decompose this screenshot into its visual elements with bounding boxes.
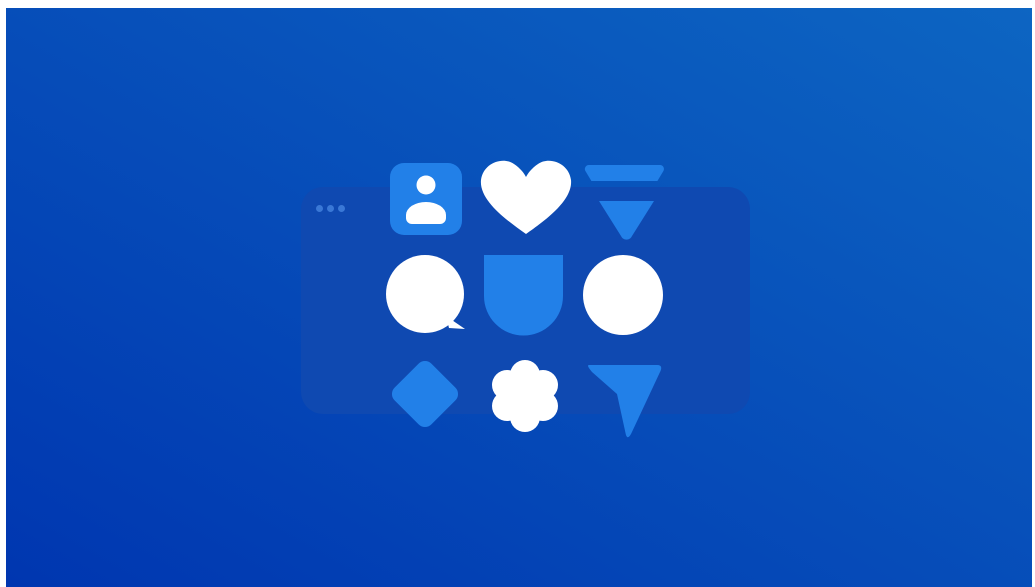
funnel-icon: [584, 164, 664, 240]
circle-icon: [583, 255, 663, 335]
user-profile-icon: [390, 163, 462, 235]
heart-icon: [480, 160, 572, 234]
diamond-icon: [391, 360, 459, 428]
speech-bubble-icon: [386, 255, 465, 333]
pointer-icon: [588, 365, 662, 438]
flower-icon: [492, 360, 558, 432]
icon-grid: [386, 160, 664, 438]
banner-frame: [6, 8, 1032, 587]
shield-icon: [484, 255, 563, 336]
